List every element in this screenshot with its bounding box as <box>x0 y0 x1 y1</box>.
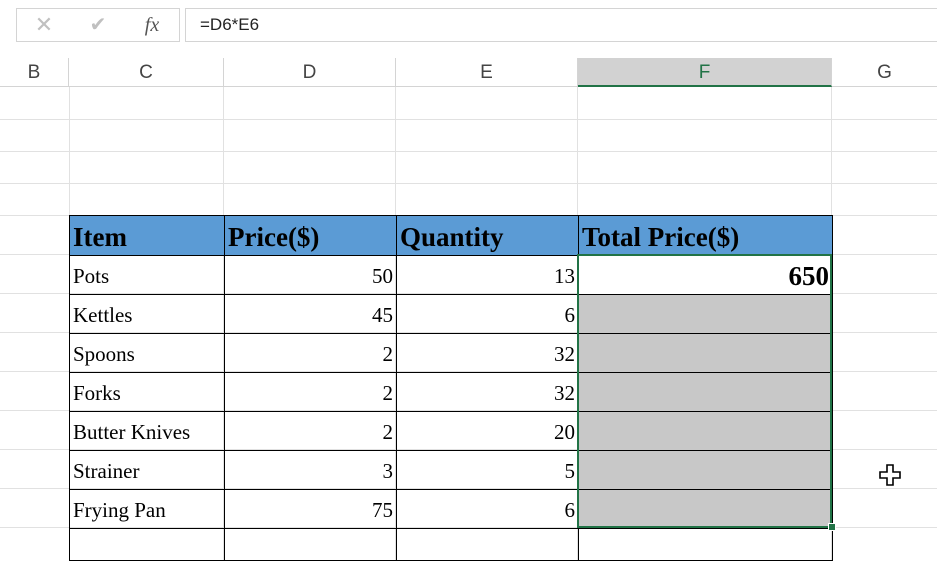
insert-function-icon[interactable]: fx <box>137 11 167 39</box>
cell-total-active[interactable]: 650 <box>578 255 833 295</box>
cell-quantity[interactable]: 20 <box>396 411 579 451</box>
table-row: Spoons 2 32 <box>69 333 833 373</box>
cell-price[interactable]: 50 <box>224 255 397 295</box>
cell-item[interactable]: Strainer <box>69 450 225 490</box>
cell-price[interactable]: 3 <box>224 450 397 490</box>
cell-price[interactable]: 2 <box>224 333 397 373</box>
column-header-f[interactable]: F <box>578 58 832 87</box>
cell-quantity[interactable]: 13 <box>396 255 579 295</box>
cell-price[interactable]: 45 <box>224 294 397 334</box>
column-header-c[interactable]: C <box>69 58 224 86</box>
column-header-e[interactable]: E <box>396 58 578 86</box>
cancel-icon[interactable]: ✕ <box>29 11 59 39</box>
table-row: Frying Pan 75 6 <box>69 489 833 529</box>
formula-input[interactable]: =D6*E6 <box>185 8 937 42</box>
cell-quantity[interactable]: 32 <box>396 333 579 373</box>
cell-total[interactable] <box>578 372 833 412</box>
cell-empty[interactable] <box>69 528 225 561</box>
cell-quantity[interactable]: 32 <box>396 372 579 412</box>
table-row: Strainer 3 5 <box>69 450 833 490</box>
column-header-d[interactable]: D <box>224 58 396 86</box>
table-row: Kettles 45 6 <box>69 294 833 334</box>
cell-item[interactable]: Butter Knives <box>69 411 225 451</box>
grid-line <box>0 183 937 184</box>
cell-empty[interactable] <box>224 528 397 561</box>
cell-item[interactable]: Frying Pan <box>69 489 225 529</box>
column-header-g[interactable]: G <box>832 58 937 86</box>
cell-quantity[interactable]: 6 <box>396 489 579 529</box>
formula-bar-buttons: ✕ ✔ fx <box>16 8 180 42</box>
table-row-empty <box>69 528 833 561</box>
header-quantity[interactable]: Quantity <box>396 215 579 256</box>
table-row: Pots 50 13 650 <box>69 255 833 295</box>
cell-price[interactable]: 2 <box>224 372 397 412</box>
formula-bar-area: ✕ ✔ fx =D6*E6 <box>0 0 937 56</box>
cell-total[interactable] <box>578 450 833 490</box>
cell-total[interactable] <box>578 333 833 373</box>
cell-item[interactable]: Forks <box>69 372 225 412</box>
cell-select-cursor-icon <box>879 464 901 486</box>
cell-total[interactable] <box>578 294 833 334</box>
cell-price[interactable]: 2 <box>224 411 397 451</box>
cell-quantity[interactable]: 5 <box>396 450 579 490</box>
cell-total[interactable] <box>578 411 833 451</box>
grid-line <box>0 151 937 152</box>
header-total-price[interactable]: Total Price($) <box>578 215 833 256</box>
data-table: Item Price($) Quantity Total Price($) Po… <box>69 215 833 561</box>
enter-icon[interactable]: ✔ <box>83 11 113 39</box>
cell-price[interactable]: 75 <box>224 489 397 529</box>
grid-line <box>0 119 937 120</box>
cell-item[interactable]: Kettles <box>69 294 225 334</box>
column-header-b[interactable]: B <box>0 58 69 86</box>
cell-empty[interactable] <box>578 528 833 561</box>
table-header-row: Item Price($) Quantity Total Price($) <box>69 215 833 256</box>
cell-item[interactable]: Pots <box>69 255 225 295</box>
table-row: Forks 2 32 <box>69 372 833 412</box>
cell-quantity[interactable]: 6 <box>396 294 579 334</box>
header-item[interactable]: Item <box>69 215 225 256</box>
cell-item[interactable]: Spoons <box>69 333 225 373</box>
table-row: Butter Knives 2 20 <box>69 411 833 451</box>
header-price[interactable]: Price($) <box>224 215 397 256</box>
cell-empty[interactable] <box>396 528 579 561</box>
fill-handle[interactable] <box>828 523 836 531</box>
cell-total[interactable] <box>578 489 833 529</box>
column-headers: B C D E F G <box>0 58 937 87</box>
